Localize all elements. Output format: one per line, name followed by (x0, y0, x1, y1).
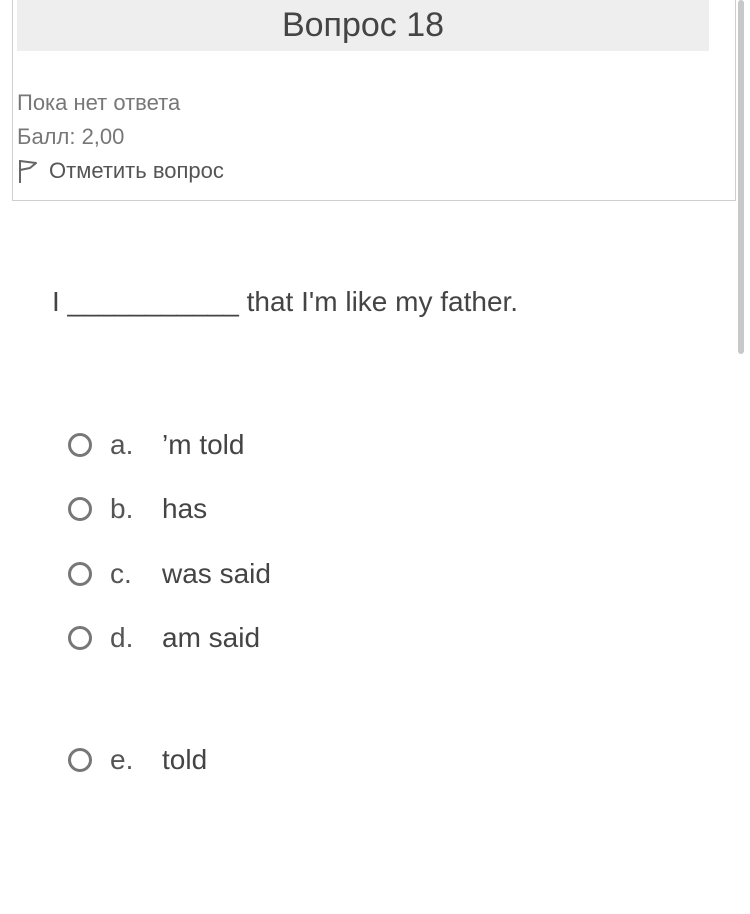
question-title: Вопрос 18 (17, 0, 709, 51)
option-c[interactable]: c. was said (68, 556, 271, 592)
answer-status: Пока нет ответа (17, 90, 181, 115)
option-letter: d. (110, 622, 134, 653)
option-letter: a. (110, 429, 134, 460)
option-letter: c. (110, 558, 132, 589)
flag-question-label: Отметить вопрос (49, 158, 224, 183)
question-text: I ___________ that I'm like my father. (52, 286, 519, 317)
flag-question-link[interactable]: Отметить вопрос (17, 156, 224, 186)
option-text: told (162, 744, 208, 775)
radio-unchecked-icon[interactable] (68, 748, 92, 772)
question-grade: Балл: 2,00 (17, 124, 125, 149)
radio-unchecked-icon[interactable] (68, 497, 92, 521)
radio-unchecked-icon[interactable] (68, 433, 92, 457)
option-d[interactable]: d. am said (68, 620, 260, 656)
option-letter: b. (110, 493, 134, 524)
radio-unchecked-icon[interactable] (68, 562, 92, 586)
option-text: ’m told (162, 429, 245, 460)
option-text: am said (162, 622, 261, 653)
option-b[interactable]: b. has (68, 491, 207, 527)
option-a[interactable]: a. ’m told (68, 427, 244, 463)
option-e[interactable]: e. told (68, 742, 207, 778)
option-text: was said (162, 558, 271, 589)
option-text: has (162, 493, 208, 524)
scrollbar[interactable] (738, 0, 744, 354)
flag-icon (17, 158, 39, 184)
option-letter: e. (110, 744, 134, 775)
radio-unchecked-icon[interactable] (68, 626, 92, 650)
